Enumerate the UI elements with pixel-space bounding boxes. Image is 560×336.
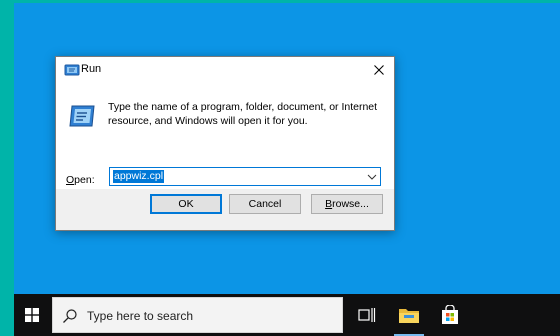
file-explorer-button[interactable] bbox=[389, 294, 429, 336]
taskbar: Type here to search bbox=[14, 294, 560, 336]
taskbar-search-box[interactable]: Type here to search bbox=[52, 297, 343, 333]
open-input-value[interactable]: appwiz.cpl bbox=[113, 170, 165, 183]
open-label-accesskey: O bbox=[66, 174, 75, 186]
store-bag-icon bbox=[442, 305, 458, 324]
dialog-body: Type the name of a program, folder, docu… bbox=[56, 83, 394, 189]
run-dialog: Run Type the name of a program, folder, … bbox=[55, 56, 395, 231]
open-label: Open: bbox=[66, 174, 95, 186]
search-placeholder: Type here to search bbox=[87, 309, 194, 323]
browse-accesskey: B bbox=[325, 198, 333, 210]
store-button[interactable] bbox=[430, 294, 470, 336]
title-bar[interactable]: Run bbox=[56, 57, 394, 83]
open-label-rest: pen: bbox=[74, 174, 95, 186]
search-icon bbox=[63, 309, 77, 323]
start-button[interactable] bbox=[14, 294, 50, 336]
windows-logo-icon bbox=[25, 308, 39, 322]
ok-button-label: OK bbox=[178, 198, 194, 210]
cancel-button-label: Cancel bbox=[248, 198, 282, 210]
open-combobox[interactable]: appwiz.cpl bbox=[109, 167, 381, 186]
ok-button[interactable]: OK bbox=[150, 194, 222, 214]
browse-button[interactable]: Browse... bbox=[311, 194, 383, 214]
browse-button-label: rowse... bbox=[332, 198, 369, 210]
task-view-icon bbox=[358, 308, 376, 322]
folder-icon bbox=[399, 309, 419, 323]
dialog-description: Type the name of a program, folder, docu… bbox=[108, 101, 378, 127]
close-button[interactable] bbox=[364, 57, 394, 83]
dialog-title: Run bbox=[81, 63, 102, 75]
chevron-down-icon[interactable] bbox=[366, 171, 378, 183]
run-icon bbox=[64, 64, 80, 76]
close-icon bbox=[374, 65, 384, 75]
cancel-button[interactable]: Cancel bbox=[229, 194, 301, 214]
run-program-icon bbox=[69, 105, 95, 127]
task-view-button[interactable] bbox=[347, 294, 387, 336]
